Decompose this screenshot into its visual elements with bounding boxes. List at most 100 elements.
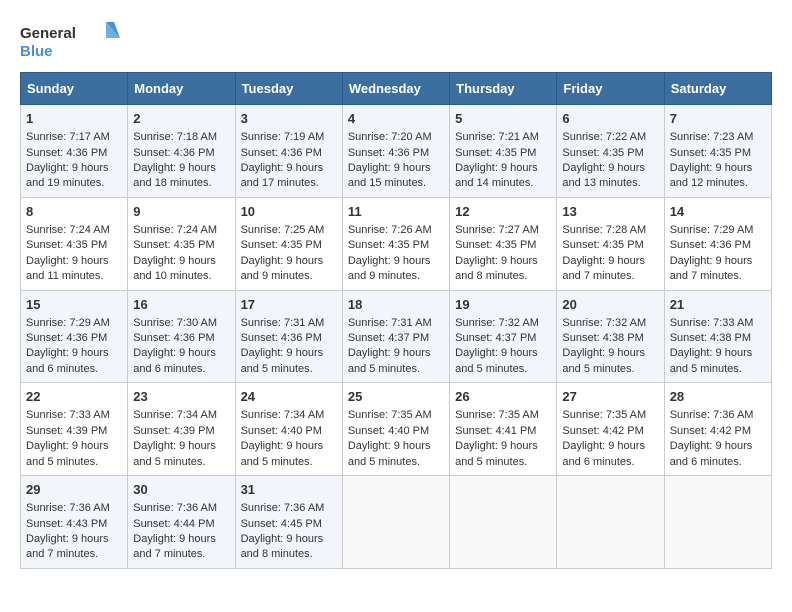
calendar-cell: 23 Sunrise: 7:34 AM Sunset: 4:39 PM Dayl… [128, 383, 235, 476]
calendar-week-row: 22 Sunrise: 7:33 AM Sunset: 4:39 PM Dayl… [21, 383, 772, 476]
page-header: General Blue [20, 20, 772, 62]
sunrise-text: Sunrise: 7:36 AM [26, 502, 110, 514]
day-number: 19 [455, 296, 551, 314]
day-number: 11 [348, 203, 444, 221]
sunset-text: Sunset: 4:35 PM [348, 239, 429, 251]
calendar-cell: 29 Sunrise: 7:36 AM Sunset: 4:43 PM Dayl… [21, 476, 128, 569]
day-header-thursday: Thursday [450, 73, 557, 105]
calendar-cell: 10 Sunrise: 7:25 AM Sunset: 4:35 PM Dayl… [235, 197, 342, 290]
day-header-wednesday: Wednesday [342, 73, 449, 105]
calendar-cell: 31 Sunrise: 7:36 AM Sunset: 4:45 PM Dayl… [235, 476, 342, 569]
daylight-text: Daylight: 9 hours and 12 minutes. [670, 162, 753, 189]
sunset-text: Sunset: 4:45 PM [241, 518, 322, 530]
sunrise-text: Sunrise: 7:20 AM [348, 131, 432, 143]
sunset-text: Sunset: 4:37 PM [348, 332, 429, 344]
day-number: 10 [241, 203, 337, 221]
day-number: 6 [562, 110, 658, 128]
day-number: 5 [455, 110, 551, 128]
calendar-cell: 20 Sunrise: 7:32 AM Sunset: 4:38 PM Dayl… [557, 290, 664, 383]
sunrise-text: Sunrise: 7:33 AM [26, 409, 110, 421]
sunrise-text: Sunrise: 7:27 AM [455, 224, 539, 236]
sunrise-text: Sunrise: 7:17 AM [26, 131, 110, 143]
day-number: 8 [26, 203, 122, 221]
daylight-text: Daylight: 9 hours and 5 minutes. [455, 440, 538, 467]
daylight-text: Daylight: 9 hours and 11 minutes. [26, 255, 109, 282]
svg-text:General: General [20, 25, 76, 42]
daylight-text: Daylight: 9 hours and 15 minutes. [348, 162, 431, 189]
sunrise-text: Sunrise: 7:25 AM [241, 224, 325, 236]
day-number: 9 [133, 203, 229, 221]
day-number: 27 [562, 388, 658, 406]
daylight-text: Daylight: 9 hours and 7 minutes. [133, 533, 216, 560]
daylight-text: Daylight: 9 hours and 6 minutes. [26, 347, 109, 374]
calendar-week-row: 15 Sunrise: 7:29 AM Sunset: 4:36 PM Dayl… [21, 290, 772, 383]
calendar-cell: 27 Sunrise: 7:35 AM Sunset: 4:42 PM Dayl… [557, 383, 664, 476]
day-number: 29 [26, 481, 122, 499]
sunrise-text: Sunrise: 7:36 AM [670, 409, 754, 421]
day-number: 1 [26, 110, 122, 128]
sunrise-text: Sunrise: 7:33 AM [670, 317, 754, 329]
calendar-cell: 13 Sunrise: 7:28 AM Sunset: 4:35 PM Dayl… [557, 197, 664, 290]
sunset-text: Sunset: 4:40 PM [241, 425, 322, 437]
sunset-text: Sunset: 4:35 PM [455, 239, 536, 251]
svg-text:Blue: Blue [20, 43, 53, 60]
sunset-text: Sunset: 4:36 PM [348, 147, 429, 159]
daylight-text: Daylight: 9 hours and 5 minutes. [241, 440, 324, 467]
sunset-text: Sunset: 4:35 PM [26, 239, 107, 251]
daylight-text: Daylight: 9 hours and 18 minutes. [133, 162, 216, 189]
sunset-text: Sunset: 4:35 PM [562, 147, 643, 159]
daylight-text: Daylight: 9 hours and 7 minutes. [562, 255, 645, 282]
sunrise-text: Sunrise: 7:24 AM [26, 224, 110, 236]
calendar-cell: 28 Sunrise: 7:36 AM Sunset: 4:42 PM Dayl… [664, 383, 771, 476]
calendar-header-row: SundayMondayTuesdayWednesdayThursdayFrid… [21, 73, 772, 105]
daylight-text: Daylight: 9 hours and 19 minutes. [26, 162, 109, 189]
sunrise-text: Sunrise: 7:30 AM [133, 317, 217, 329]
sunrise-text: Sunrise: 7:36 AM [133, 502, 217, 514]
sunrise-text: Sunrise: 7:19 AM [241, 131, 325, 143]
day-number: 26 [455, 388, 551, 406]
sunset-text: Sunset: 4:35 PM [455, 147, 536, 159]
day-number: 17 [241, 296, 337, 314]
daylight-text: Daylight: 9 hours and 17 minutes. [241, 162, 324, 189]
calendar-cell: 6 Sunrise: 7:22 AM Sunset: 4:35 PM Dayli… [557, 105, 664, 198]
day-header-monday: Monday [128, 73, 235, 105]
day-number: 3 [241, 110, 337, 128]
calendar-cell: 24 Sunrise: 7:34 AM Sunset: 4:40 PM Dayl… [235, 383, 342, 476]
day-number: 15 [26, 296, 122, 314]
calendar-cell: 5 Sunrise: 7:21 AM Sunset: 4:35 PM Dayli… [450, 105, 557, 198]
daylight-text: Daylight: 9 hours and 13 minutes. [562, 162, 645, 189]
sunset-text: Sunset: 4:35 PM [241, 239, 322, 251]
sunset-text: Sunset: 4:36 PM [26, 332, 107, 344]
daylight-text: Daylight: 9 hours and 5 minutes. [562, 347, 645, 374]
sunset-text: Sunset: 4:36 PM [133, 332, 214, 344]
day-number: 25 [348, 388, 444, 406]
sunset-text: Sunset: 4:43 PM [26, 518, 107, 530]
calendar-cell: 14 Sunrise: 7:29 AM Sunset: 4:36 PM Dayl… [664, 197, 771, 290]
daylight-text: Daylight: 9 hours and 7 minutes. [670, 255, 753, 282]
calendar-cell: 11 Sunrise: 7:26 AM Sunset: 4:35 PM Dayl… [342, 197, 449, 290]
sunrise-text: Sunrise: 7:32 AM [562, 317, 646, 329]
sunrise-text: Sunrise: 7:34 AM [133, 409, 217, 421]
daylight-text: Daylight: 9 hours and 8 minutes. [241, 533, 324, 560]
calendar-cell: 1 Sunrise: 7:17 AM Sunset: 4:36 PM Dayli… [21, 105, 128, 198]
day-number: 13 [562, 203, 658, 221]
sunset-text: Sunset: 4:36 PM [241, 147, 322, 159]
calendar-cell: 15 Sunrise: 7:29 AM Sunset: 4:36 PM Dayl… [21, 290, 128, 383]
daylight-text: Daylight: 9 hours and 5 minutes. [348, 440, 431, 467]
day-header-friday: Friday [557, 73, 664, 105]
logo: General Blue [20, 20, 120, 62]
calendar-cell: 7 Sunrise: 7:23 AM Sunset: 4:35 PM Dayli… [664, 105, 771, 198]
day-number: 12 [455, 203, 551, 221]
calendar-cell [450, 476, 557, 569]
calendar-cell: 26 Sunrise: 7:35 AM Sunset: 4:41 PM Dayl… [450, 383, 557, 476]
sunset-text: Sunset: 4:37 PM [455, 332, 536, 344]
daylight-text: Daylight: 9 hours and 8 minutes. [455, 255, 538, 282]
daylight-text: Daylight: 9 hours and 9 minutes. [241, 255, 324, 282]
daylight-text: Daylight: 9 hours and 9 minutes. [348, 255, 431, 282]
sunset-text: Sunset: 4:36 PM [133, 147, 214, 159]
sunset-text: Sunset: 4:41 PM [455, 425, 536, 437]
calendar-cell: 21 Sunrise: 7:33 AM Sunset: 4:38 PM Dayl… [664, 290, 771, 383]
day-number: 24 [241, 388, 337, 406]
sunset-text: Sunset: 4:42 PM [670, 425, 751, 437]
calendar-cell: 2 Sunrise: 7:18 AM Sunset: 4:36 PM Dayli… [128, 105, 235, 198]
